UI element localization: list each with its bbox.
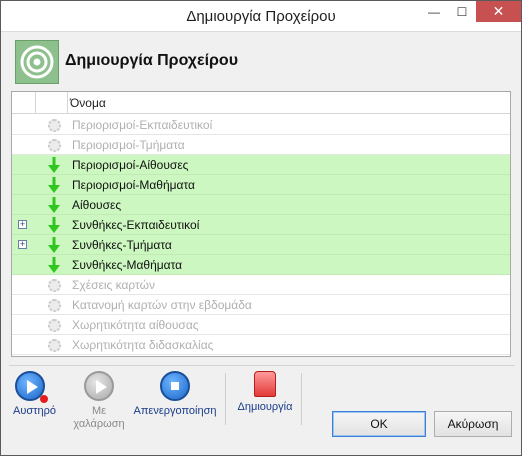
row-label: Περιορισμοί-Μαθήματα bbox=[72, 178, 195, 192]
table-row[interactable]: + Συνθήκες-Εκπαιδευτικοί bbox=[12, 215, 510, 235]
relax-button[interactable]: Με χαλάρωση bbox=[71, 371, 127, 431]
maximize-button[interactable]: ☐ bbox=[448, 1, 476, 22]
create-button[interactable]: Δημιουργία bbox=[233, 371, 297, 414]
gear-icon bbox=[46, 137, 62, 153]
grid-header-col-icon bbox=[36, 92, 68, 114]
grid-header-col-name[interactable]: Όνομα bbox=[70, 96, 106, 110]
strict-button[interactable]: Αυστηρό bbox=[13, 371, 56, 418]
alarm-light-icon bbox=[254, 371, 276, 397]
row-label: Σχέσεις καρτών bbox=[72, 278, 155, 292]
disable-label: Απενεργοποίηση bbox=[133, 405, 217, 417]
steps-grid: Όνομα Περιορισμοί-Εκπαιδευτικοί Περιορισμ… bbox=[11, 91, 511, 357]
table-row[interactable]: Κατανομή καρτών στην εβδομάδα bbox=[12, 295, 510, 315]
dialog-header: Δημιουργία Προχείρου bbox=[9, 39, 515, 85]
toolbar-separator bbox=[225, 373, 226, 425]
table-row[interactable]: Χωρητικότητα διδασκαλίας bbox=[12, 335, 510, 355]
arrow-down-icon bbox=[46, 217, 62, 233]
row-label: Περιορισμοί-Εκπαιδευτικοί bbox=[72, 118, 213, 132]
minimize-button[interactable]: — bbox=[420, 1, 448, 22]
row-label: Αίθουσες bbox=[72, 198, 122, 212]
title-bar: Δημιουργία Προχείρου — ☐ ✕ bbox=[1, 1, 521, 32]
target-icon bbox=[15, 40, 59, 84]
strict-label: Αυστηρό bbox=[13, 405, 56, 417]
arrow-down-icon bbox=[46, 257, 62, 273]
table-row[interactable]: Αίθουσες bbox=[12, 195, 510, 215]
dialog-window: Δημιουργία Προχείρου — ☐ ✕ Δημιουργία Πρ… bbox=[0, 0, 522, 456]
table-row[interactable]: Σχέσεις καρτών bbox=[12, 275, 510, 295]
table-row[interactable]: + Συνθήκες-Τμήματα bbox=[12, 235, 510, 255]
table-row[interactable]: Περιορισμοί-Εκπαιδευτικοί bbox=[12, 115, 510, 135]
relax-label: Με χαλάρωση bbox=[73, 405, 125, 430]
red-dot-icon bbox=[40, 395, 48, 403]
gear-icon bbox=[46, 317, 62, 333]
row-label: Συνθήκες-Μαθήματα bbox=[72, 258, 183, 272]
grid-rows: Περιορισμοί-Εκπαιδευτικοί Περιορισμοί-Τμή… bbox=[12, 115, 510, 355]
toolbar-separator bbox=[301, 373, 302, 425]
gear-icon bbox=[46, 337, 62, 353]
row-label: Περιορισμοί-Αίθουσες bbox=[72, 158, 189, 172]
row-label: Χωρητικότητα διδασκαλίας bbox=[72, 338, 214, 352]
arrow-down-icon bbox=[46, 157, 62, 173]
row-label: Κατανομή καρτών στην εβδομάδα bbox=[72, 298, 252, 312]
gear-icon bbox=[46, 277, 62, 293]
create-label: Δημιουργία bbox=[237, 401, 293, 413]
table-row[interactable]: Περιορισμοί-Μαθήματα bbox=[12, 175, 510, 195]
stop-icon bbox=[160, 371, 190, 401]
toolbar-divider bbox=[9, 365, 515, 366]
disable-button[interactable]: Απενεργοποίηση bbox=[129, 371, 221, 418]
play-disabled-icon bbox=[84, 371, 114, 401]
table-row[interactable]: Συνθήκες-Μαθήματα bbox=[12, 255, 510, 275]
row-label: Χωρητικότητα αίθουσας bbox=[72, 318, 199, 332]
table-row[interactable]: Περιορισμοί-Τμήματα bbox=[12, 135, 510, 155]
gear-icon bbox=[46, 117, 62, 133]
ok-button[interactable]: OK bbox=[332, 411, 426, 437]
cancel-button[interactable]: Ακύρωση bbox=[434, 411, 512, 437]
grid-header-col-expand bbox=[12, 92, 36, 114]
arrow-down-icon bbox=[46, 237, 62, 253]
gear-icon bbox=[46, 297, 62, 313]
grid-header: Όνομα bbox=[12, 92, 510, 114]
row-label: Περιορισμοί-Τμήματα bbox=[72, 138, 185, 152]
page-title: Δημιουργία Προχείρου bbox=[65, 52, 238, 69]
table-row[interactable]: Χωρητικότητα αίθουσας bbox=[12, 315, 510, 335]
expand-icon[interactable]: + bbox=[18, 220, 27, 229]
table-row[interactable]: Περιορισμοί-Αίθουσες bbox=[12, 155, 510, 175]
close-button[interactable]: ✕ bbox=[476, 1, 521, 22]
expand-icon[interactable]: + bbox=[18, 240, 27, 249]
arrow-down-icon bbox=[46, 197, 62, 213]
arrow-down-icon bbox=[46, 177, 62, 193]
row-label: Συνθήκες-Τμήματα bbox=[72, 238, 172, 252]
row-label: Συνθήκες-Εκπαιδευτικοί bbox=[72, 218, 200, 232]
